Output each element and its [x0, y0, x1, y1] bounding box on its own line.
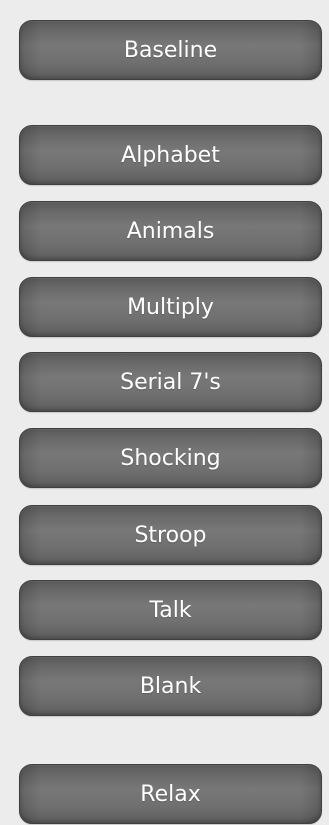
animals-button-label: Animals: [126, 218, 215, 244]
stroop-button[interactable]: Stroop: [19, 505, 322, 565]
serial-7s-button[interactable]: Serial 7's: [19, 352, 322, 412]
talk-button-label: Talk: [149, 597, 192, 623]
talk-button[interactable]: Talk: [19, 580, 322, 640]
baseline-button[interactable]: Baseline: [19, 20, 322, 80]
relax-button[interactable]: Relax: [19, 764, 322, 824]
blank-button[interactable]: Blank: [19, 656, 322, 716]
stroop-button-label: Stroop: [134, 522, 207, 548]
animals-button[interactable]: Animals: [19, 201, 322, 261]
shocking-button[interactable]: Shocking: [19, 428, 322, 488]
alphabet-button[interactable]: Alphabet: [19, 125, 322, 185]
serial-7s-button-label: Serial 7's: [120, 369, 221, 395]
baseline-button-label: Baseline: [123, 37, 218, 63]
button-panel: Baseline Alphabet Animals Multiply Seria…: [0, 0, 329, 825]
multiply-button-label: Multiply: [127, 294, 214, 320]
alphabet-button-label: Alphabet: [121, 142, 220, 168]
multiply-button[interactable]: Multiply: [19, 277, 322, 337]
relax-button-label: Relax: [140, 781, 201, 807]
blank-button-label: Blank: [139, 673, 202, 699]
shocking-button-label: Shocking: [120, 445, 221, 471]
